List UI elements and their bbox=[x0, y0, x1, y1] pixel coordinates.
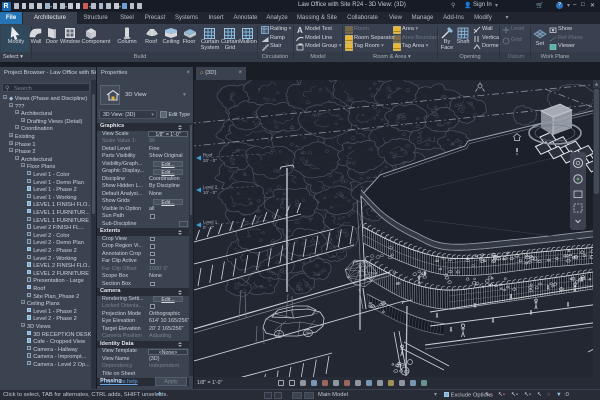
svg-text:Roof: Roof bbox=[203, 153, 213, 158]
svg-text:0' - 0": 0' - 0" bbox=[203, 225, 215, 230]
svg-text:Level 1: Level 1 bbox=[203, 220, 218, 225]
svg-text:A: A bbox=[297, 26, 303, 34]
svg-text:Level 2: Level 2 bbox=[203, 185, 218, 190]
svg-text:20' - 0": 20' - 0" bbox=[203, 158, 217, 163]
svg-text:10' - 0": 10' - 0" bbox=[203, 190, 217, 195]
